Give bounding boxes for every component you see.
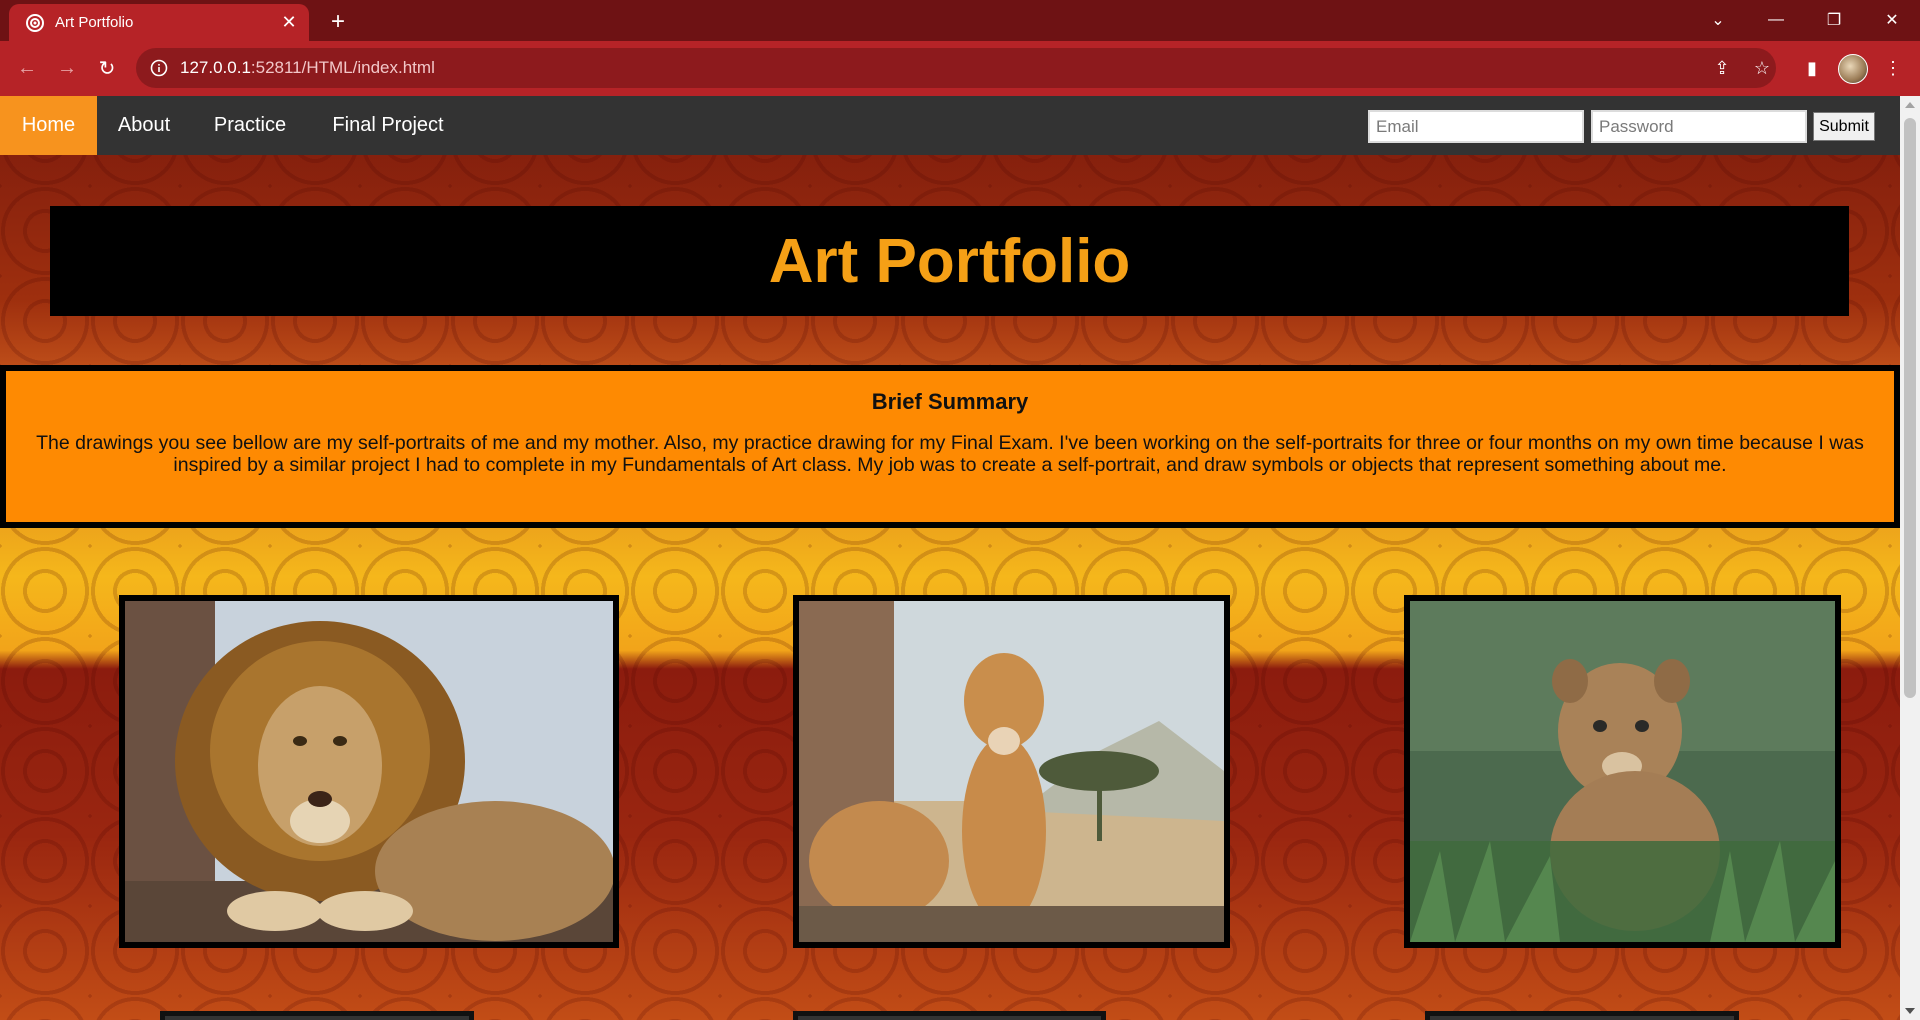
address-bar[interactable]: 127.0.0.1:52811/HTML/index.html xyxy=(136,48,1776,88)
browser-toolbar: ← → ↻ 127.0.0.1:52811/HTML/index.html ⇪ … xyxy=(0,41,1920,96)
password-field[interactable] xyxy=(1591,110,1807,143)
scrollbar-thumb[interactable] xyxy=(1904,118,1916,698)
lion-cub-photo xyxy=(1404,595,1841,948)
page-title: Art Portfolio xyxy=(768,226,1131,296)
tab-title: Art Portfolio xyxy=(55,14,134,31)
summary-box: Brief Summary The drawings you see bello… xyxy=(0,365,1900,528)
page-viewport: Home About Practice Final Project Submit… xyxy=(0,96,1900,1020)
email-field[interactable] xyxy=(1368,110,1584,143)
bookmark-star-icon[interactable]: ☆ xyxy=(1745,51,1779,85)
minimize-icon[interactable]: — xyxy=(1748,0,1804,40)
page-scrollbar[interactable] xyxy=(1900,96,1920,1020)
tab-strip: Art Portfolio ✕ + ⌄ — ❐ ✕ xyxy=(0,0,1920,41)
new-tab-icon[interactable]: + xyxy=(324,8,352,36)
broadcast-icon xyxy=(26,13,44,32)
share-icon[interactable]: ⇪ xyxy=(1705,51,1739,85)
back-icon[interactable]: ← xyxy=(10,51,44,85)
browser-tab[interactable]: Art Portfolio ✕ xyxy=(9,4,309,41)
close-window-icon[interactable]: ✕ xyxy=(1864,0,1920,40)
lion-photo xyxy=(119,595,619,948)
reload-icon[interactable]: ↻ xyxy=(90,51,124,85)
gallery-photo-partial xyxy=(1425,1011,1739,1020)
menu-kebab-icon[interactable]: ⋮ xyxy=(1876,51,1910,85)
forward-icon[interactable]: → xyxy=(50,51,84,85)
page-header: Art Portfolio xyxy=(50,206,1849,316)
profile-avatar[interactable] xyxy=(1838,54,1868,84)
gallery-photo-partial xyxy=(793,1011,1106,1020)
nav-link-home[interactable]: Home xyxy=(0,96,97,155)
scroll-down-icon[interactable] xyxy=(1905,1008,1915,1014)
restore-icon[interactable]: ❐ xyxy=(1806,0,1862,40)
scroll-up-icon[interactable] xyxy=(1905,102,1915,108)
summary-text: The drawings you see bellow are my self-… xyxy=(36,432,1864,476)
site-info-icon[interactable] xyxy=(150,59,168,77)
lioness-photo xyxy=(793,595,1230,948)
close-tab-icon[interactable]: ✕ xyxy=(277,11,301,35)
nav-link-about[interactable]: About xyxy=(97,96,191,155)
site-navbar: Home About Practice Final Project Submit xyxy=(0,96,1900,155)
url-path: :52811/HTML/index.html xyxy=(250,58,435,77)
side-panel-icon[interactable]: ▮ xyxy=(1795,51,1829,85)
tab-search-icon[interactable]: ⌄ xyxy=(1690,0,1746,40)
nav-link-practice[interactable]: Practice xyxy=(191,96,309,155)
summary-heading: Brief Summary xyxy=(871,389,1029,414)
nav-link-final-project[interactable]: Final Project xyxy=(309,96,467,155)
url-host: 127.0.0.1 xyxy=(180,58,251,77)
gallery-photo-partial xyxy=(160,1011,474,1020)
submit-button[interactable]: Submit xyxy=(1813,112,1875,141)
